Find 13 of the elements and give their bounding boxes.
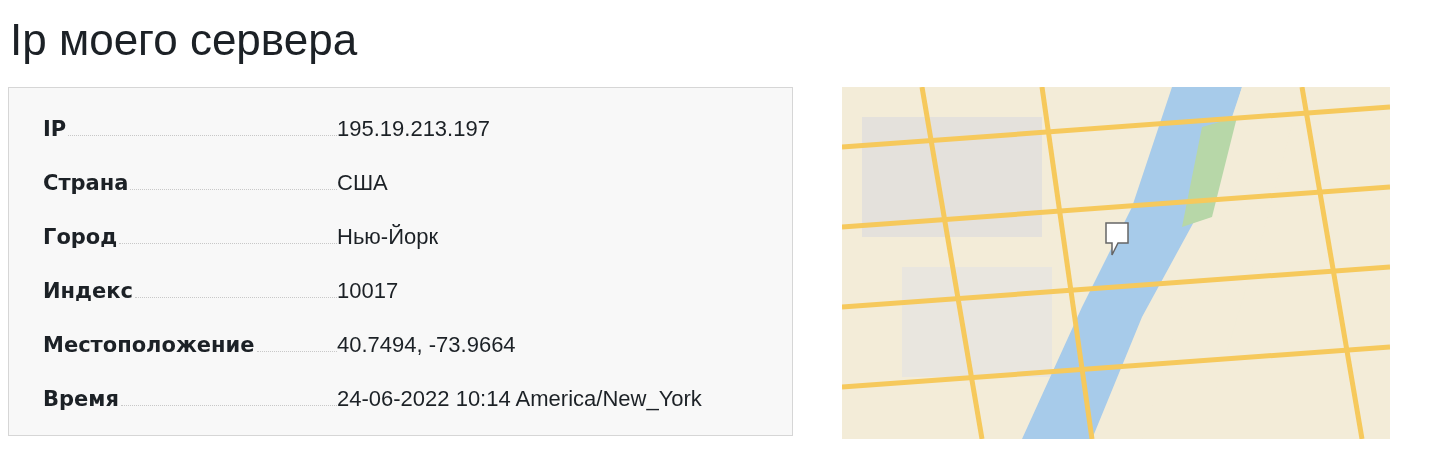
field-value: 24-06-2022 10:14 America/New_York xyxy=(337,385,702,413)
field-label: Время xyxy=(43,386,119,413)
field-label: Местоположение xyxy=(43,332,255,359)
field-value: США xyxy=(337,169,388,197)
field-label: Страна xyxy=(43,170,129,197)
field-label: Город xyxy=(43,224,118,251)
field-value: 195.19.213.197 xyxy=(337,115,490,143)
field-value: Нью-Йорк xyxy=(337,223,439,251)
field-value: 10017 xyxy=(337,277,399,305)
page-title: Ip моего сервера xyxy=(10,14,359,66)
field-value: 40.7494, -73.9664 xyxy=(337,331,516,359)
field-label: Индекс xyxy=(43,278,133,305)
field-label: IP xyxy=(43,116,67,143)
